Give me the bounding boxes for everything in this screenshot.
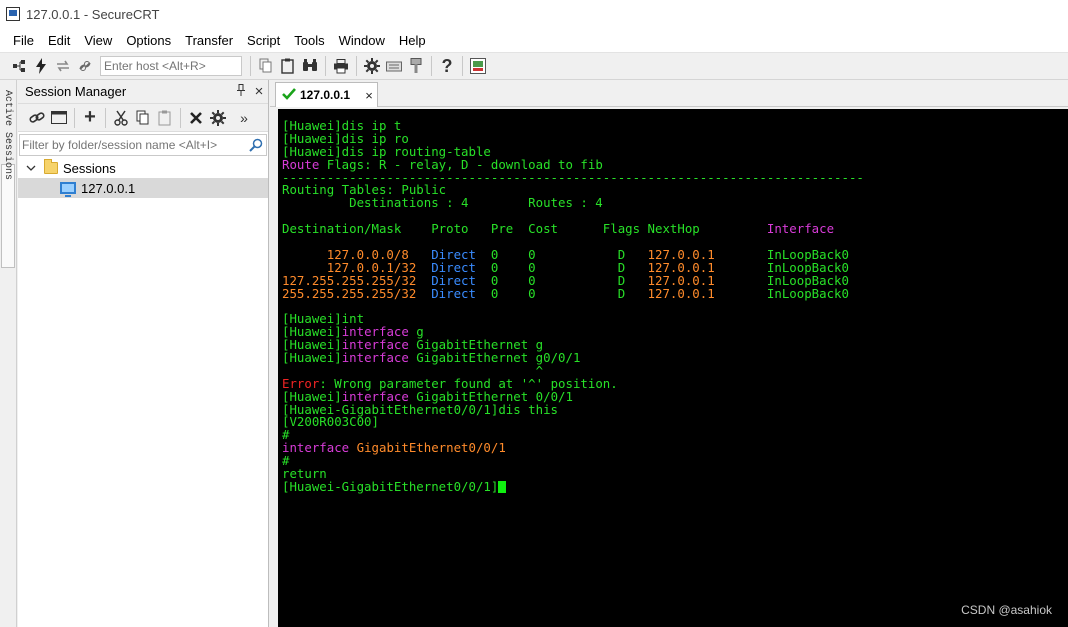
toolbar-separator [180, 107, 181, 128]
terminal-text: Interface [766, 221, 835, 237]
menu-window[interactable]: Window [332, 33, 392, 48]
menu-edit[interactable]: Edit [41, 33, 77, 48]
terminal-text: [Huawei-GigabitEthernet0/0/1] [282, 478, 499, 494]
paste-session-icon[interactable] [154, 107, 176, 129]
terminal-text: 127.0.0.1 [647, 285, 715, 301]
open-in-tab-icon[interactable] [48, 107, 70, 129]
menu-options[interactable]: Options [119, 33, 178, 48]
cut-icon[interactable] [110, 107, 132, 129]
folder-icon [44, 159, 58, 174]
toolbar-separator [356, 56, 357, 76]
key-icon[interactable] [405, 55, 427, 77]
search-icon[interactable] [246, 135, 266, 155]
find-icon[interactable] [299, 55, 321, 77]
settings-icon[interactable] [361, 55, 383, 77]
tree-session-item[interactable]: 127.0.0.1 [18, 178, 268, 198]
tab-close-icon[interactable]: × [361, 88, 377, 103]
terminal-text: Destination/Mask Proto Pre Cost Flags Ne… [282, 221, 767, 237]
session-manager-title: Session Manager [25, 84, 127, 99]
terminal-text: Direct [431, 285, 476, 301]
menu-view[interactable]: View [77, 33, 119, 48]
terminal-text: InLoopBack0 [714, 285, 849, 301]
sftp-icon[interactable] [467, 55, 489, 77]
menu-bar: File Edit View Options Transfer Script T… [0, 28, 1068, 52]
menu-tools[interactable]: Tools [287, 33, 331, 48]
add-session-icon[interactable]: + [79, 106, 101, 129]
filter-box [19, 134, 267, 156]
folder-label: Sessions [63, 160, 116, 176]
terminal-line: # [282, 454, 1068, 468]
terminal-line: Destination/Mask Proto Pre Cost Flags Ne… [282, 221, 1068, 237]
connect-tree-icon[interactable] [8, 55, 30, 77]
tab-label: 127.0.0.1 [300, 88, 351, 102]
pin-icon[interactable] [232, 84, 250, 99]
menu-script[interactable]: Script [240, 33, 287, 48]
session-manager-header: Session Manager × [18, 80, 268, 104]
session-options-icon[interactable] [207, 107, 229, 129]
chevron-down-icon[interactable] [24, 165, 38, 171]
delete-icon[interactable] [185, 107, 207, 129]
link-icon[interactable] [26, 107, 48, 129]
reconnect-icon[interactable] [52, 55, 74, 77]
tab-127-0-0-1[interactable]: 127.0.0.1 × [275, 82, 378, 107]
terminal-text: Destinations : 4 Routes : 4 [282, 195, 603, 211]
window-title: 127.0.0.1 - SecureCRT [26, 6, 160, 22]
session-label: 127.0.0.1 [81, 180, 136, 196]
toolbar-separator [250, 56, 251, 76]
toolbar-separator [74, 107, 75, 128]
session-filter-input[interactable] [20, 138, 246, 152]
copy-icon[interactable] [255, 55, 277, 77]
session-manager-panel: Session Manager × + » Filter by folder/s… [18, 80, 269, 627]
more-icon[interactable]: » [233, 107, 255, 129]
terminal-cursor [498, 480, 507, 493]
toolbar-separator [325, 56, 326, 76]
terminal-line: [Huawei-GigabitEthernet0/0/1] [282, 478, 1068, 494]
terminal-text: GigabitEthernet0/0/1 [356, 440, 506, 456]
session-tree: Sessions 127.0.0.1 [18, 158, 268, 198]
terminal-line: [V200R003C00] [282, 416, 1068, 429]
session-manager-toolbar: + » [18, 104, 268, 132]
close-icon[interactable]: × [250, 83, 268, 100]
disconnect-icon[interactable] [74, 55, 96, 77]
terminal-line: 255.255.255.255/32 Direct 0 0 D 127.0.0.… [282, 285, 1068, 301]
copy-session-icon[interactable] [132, 107, 154, 129]
securecrt-app-icon [6, 7, 20, 21]
watermark: CSDN @asahiok [961, 603, 1052, 617]
menu-help[interactable]: Help [392, 33, 433, 48]
terminal-text: [V200R003C00] [282, 414, 379, 430]
main-toolbar: ? [0, 52, 1068, 80]
print-icon[interactable] [330, 55, 352, 77]
menu-file[interactable]: File [6, 33, 41, 48]
toolbar-separator [431, 56, 432, 76]
monitor-icon [60, 182, 76, 197]
connected-check-icon [282, 87, 296, 103]
paste-icon[interactable] [277, 55, 299, 77]
terminal-text: 0 0 D [475, 285, 648, 301]
terminal-text: interface [282, 440, 357, 456]
enter-host-input[interactable] [100, 56, 242, 76]
title-bar: 127.0.0.1 - SecureCRT [0, 0, 1068, 28]
toolbar-separator [105, 107, 106, 128]
quick-connect-icon[interactable] [30, 55, 52, 77]
active-sessions-label: Active Sessions [2, 90, 13, 181]
terminal-screen[interactable]: [Huawei]dis ip t [Huawei]dis ip ro [Huawei… [278, 109, 1068, 627]
terminal-line: [Huawei-GigabitEthernet0/0/1]dis this [282, 403, 1068, 417]
help-icon[interactable]: ? [436, 55, 458, 77]
toolbar-separator [462, 56, 463, 76]
terminal-line: Destinations : 4 Routes : 4 [282, 195, 1068, 211]
session-tab-bar: 127.0.0.1 × [270, 80, 1068, 107]
terminal-line: interface GigabitEthernet0/0/1 [282, 440, 1068, 456]
tree-folder-sessions[interactable]: Sessions [18, 158, 268, 178]
menu-transfer[interactable]: Transfer [178, 33, 240, 48]
terminal-text: 255.255.255.255/32 [282, 285, 432, 301]
keymap-icon[interactable] [383, 55, 405, 77]
